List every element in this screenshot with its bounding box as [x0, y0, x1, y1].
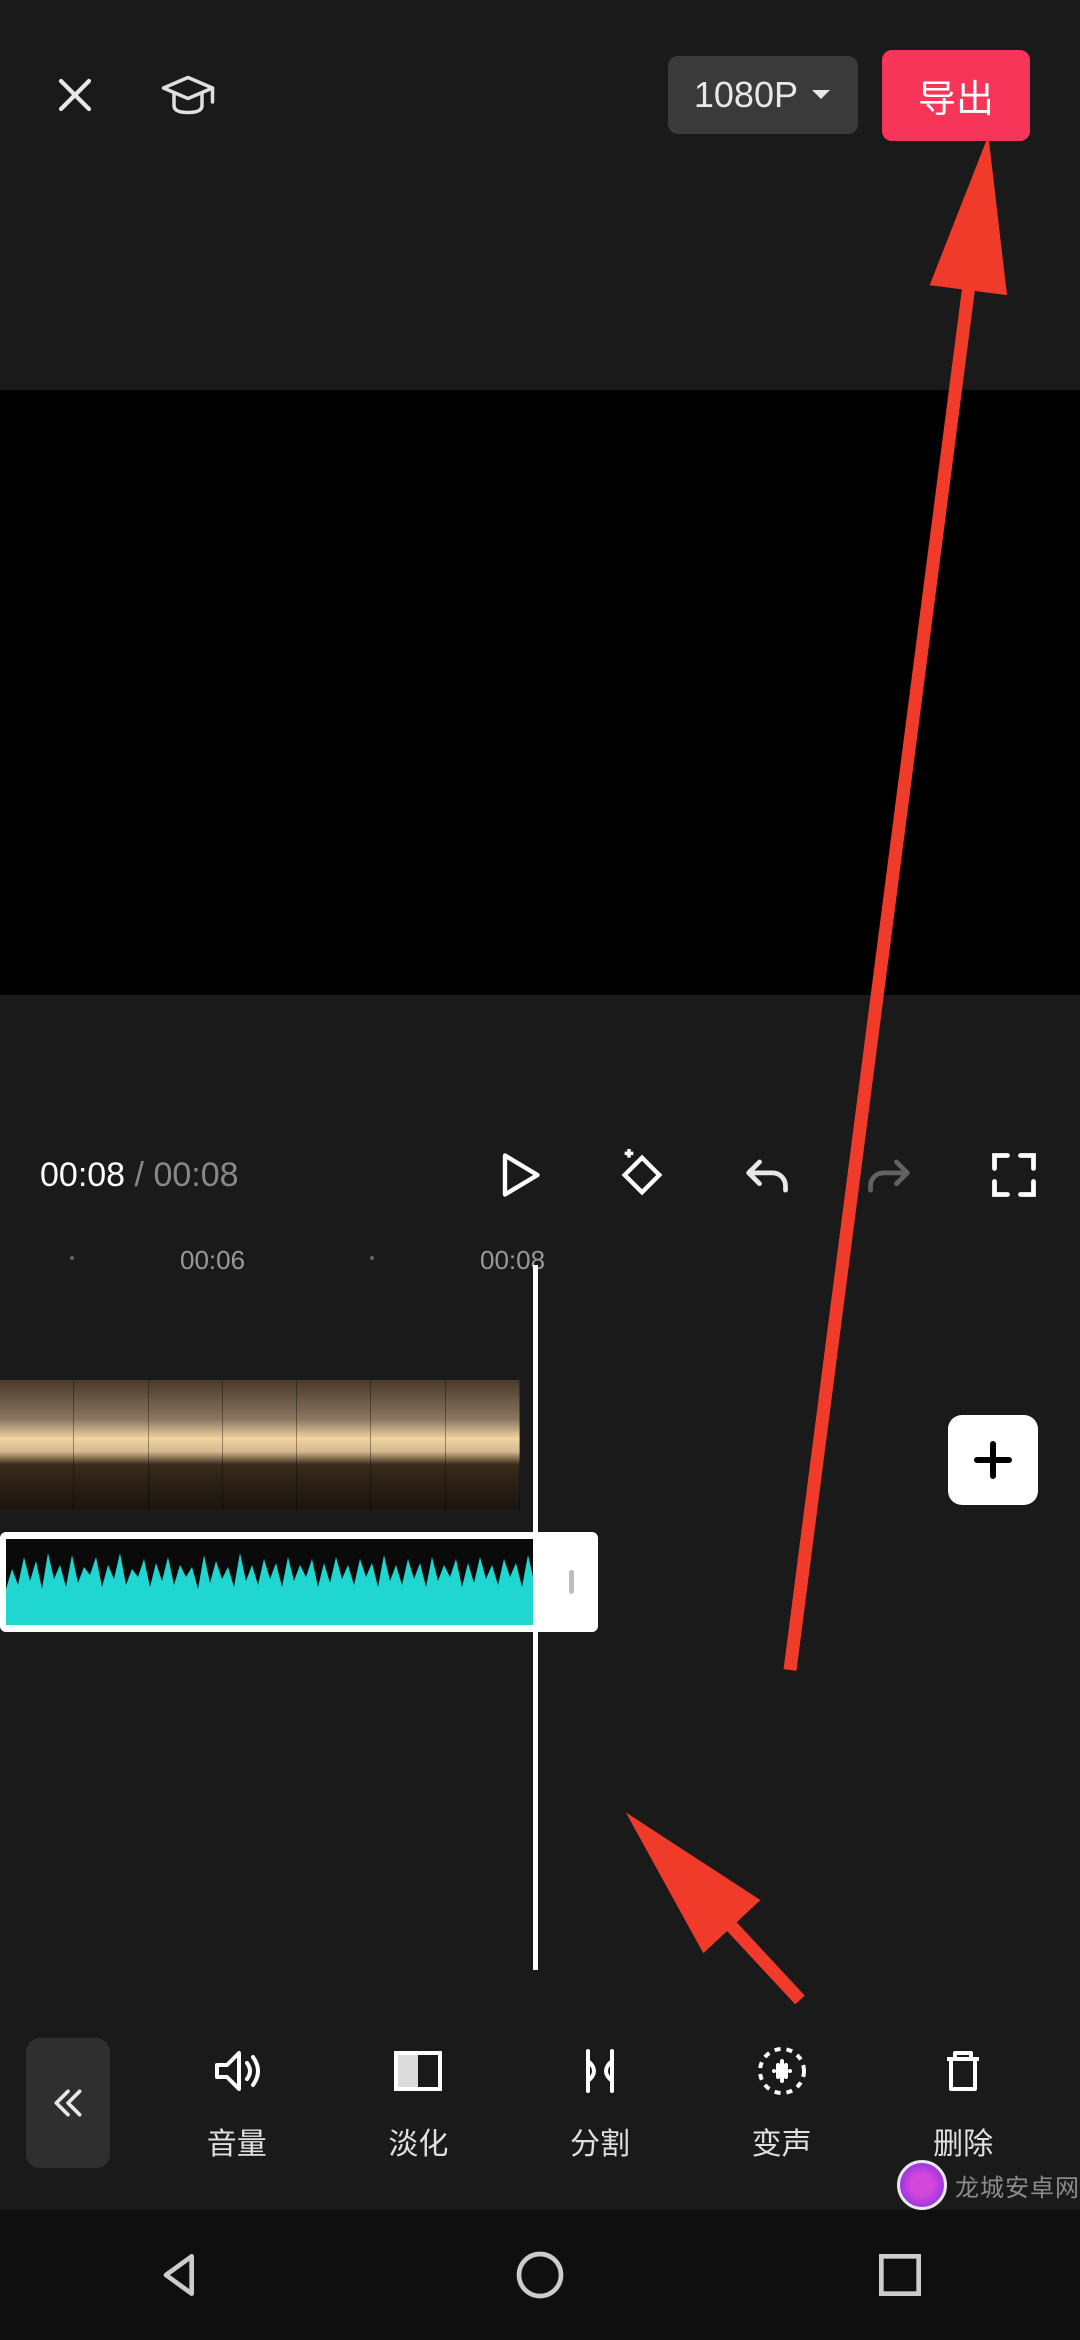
- control-icons-group: [492, 1149, 1040, 1201]
- watermark: 龙城安卓网: [897, 2160, 1080, 2210]
- video-track[interactable]: [0, 1380, 520, 1510]
- redo-button[interactable]: [864, 1149, 916, 1201]
- timeline[interactable]: 00:06 00:08: [0, 1230, 1080, 1970]
- tool-volume[interactable]: 音量: [172, 2043, 302, 2163]
- split-icon: [572, 2043, 628, 2099]
- ruler-tick: [370, 1256, 374, 1260]
- video-thumbnail: [297, 1380, 371, 1510]
- top-header: 1080P 导出: [0, 0, 1080, 190]
- tool-delete[interactable]: 删除: [898, 2043, 1028, 2163]
- video-thumbnail: [223, 1380, 297, 1510]
- trash-icon: [935, 2043, 991, 2099]
- export-label: 导出: [918, 79, 994, 121]
- graduation-cap-icon: [160, 67, 216, 123]
- play-button[interactable]: [492, 1149, 544, 1201]
- undo-icon: [740, 1149, 792, 1201]
- tool-items: 音量 淡化 分割 变声 删除: [146, 2043, 1054, 2163]
- voice-change-icon: [754, 2043, 810, 2099]
- nav-back-button[interactable]: [152, 2247, 208, 2303]
- video-preview[interactable]: [0, 390, 1080, 995]
- time-separator: /: [125, 1156, 153, 1194]
- time-current: 00:08: [40, 1156, 125, 1194]
- tool-label: 分割: [570, 2119, 630, 2163]
- redo-icon: [864, 1149, 916, 1201]
- tool-split[interactable]: 分割: [535, 2043, 665, 2163]
- chevron-down-icon: [810, 88, 832, 102]
- watermark-text: 龙城安卓网: [955, 2168, 1080, 2203]
- header-left: [50, 67, 216, 123]
- tool-label: 删除: [933, 2119, 993, 2163]
- undo-button[interactable]: [740, 1149, 792, 1201]
- plus-icon: [969, 1436, 1017, 1484]
- time-total: 00:08: [153, 1156, 238, 1194]
- tutorial-button[interactable]: [160, 67, 216, 123]
- close-button[interactable]: [50, 70, 100, 120]
- fullscreen-icon: [988, 1149, 1040, 1201]
- tool-fade[interactable]: 淡化: [353, 2043, 483, 2163]
- keyframe-button[interactable]: [616, 1149, 668, 1201]
- toolbar-back-button[interactable]: [26, 2038, 110, 2168]
- export-button[interactable]: 导出: [882, 50, 1030, 141]
- video-thumbnail: [0, 1380, 74, 1510]
- ruler-label: 00:06: [180, 1245, 245, 1276]
- tool-label: 变声: [752, 2119, 812, 2163]
- circle-home-icon: [512, 2247, 568, 2303]
- ruler-tick: [70, 1256, 74, 1260]
- nav-home-button[interactable]: [512, 2247, 568, 2303]
- playback-controls: 00:08 / 00:08: [0, 1120, 1080, 1230]
- header-right: 1080P 导出: [668, 50, 1030, 141]
- audio-clip-handle[interactable]: [544, 1532, 598, 1632]
- video-thumbnail: [149, 1380, 223, 1510]
- tool-voicechange[interactable]: 变声: [717, 2043, 847, 2163]
- add-clip-button[interactable]: [948, 1415, 1038, 1505]
- close-icon: [54, 74, 96, 116]
- tool-label: 音量: [207, 2119, 267, 2163]
- triangle-back-icon: [152, 2247, 208, 2303]
- timeline-ruler: 00:06 00:08: [0, 1230, 1080, 1280]
- fade-icon: [390, 2043, 446, 2099]
- video-thumbnail: [74, 1380, 148, 1510]
- time-display: 00:08 / 00:08: [40, 1156, 239, 1195]
- resolution-selector[interactable]: 1080P: [668, 56, 858, 134]
- resolution-label: 1080P: [694, 74, 798, 116]
- keyframe-icon: [616, 1149, 668, 1201]
- watermark-badge-icon: [897, 2160, 947, 2210]
- video-thumbnail: [371, 1380, 445, 1510]
- square-recent-icon: [872, 2247, 928, 2303]
- tool-label: 淡化: [388, 2119, 448, 2163]
- fullscreen-button[interactable]: [988, 1149, 1040, 1201]
- play-icon: [492, 1149, 544, 1201]
- audio-track[interactable]: [0, 1532, 598, 1632]
- double-chevron-left-icon: [48, 2083, 88, 2123]
- system-navbar: [0, 2210, 1080, 2340]
- audio-waveform: [6, 1539, 538, 1625]
- playhead[interactable]: [533, 1265, 538, 1970]
- nav-recent-button[interactable]: [872, 2247, 928, 2303]
- volume-icon: [209, 2043, 265, 2099]
- video-thumbnail: [446, 1380, 520, 1510]
